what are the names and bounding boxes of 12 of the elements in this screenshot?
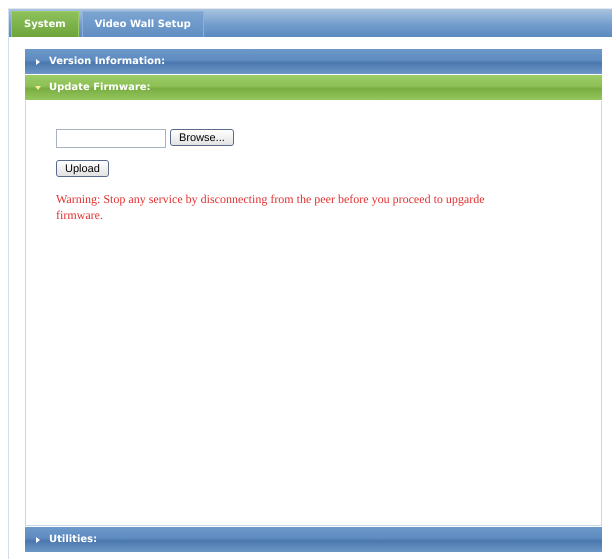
section-header[interactable]: Utilities: [25,527,602,552]
file-path-field[interactable] [56,129,166,148]
warning-text: Warning: Stop any service by disconnecting from the peer before you proceed to upgarde firmware. [56,191,486,224]
section-title: Update Firmware: [49,82,151,93]
section-header[interactable]: Update Firmware: [25,75,602,100]
upload-button[interactable]: Upload [56,160,109,177]
section-title: Version Information: [49,56,166,67]
browse-button[interactable]: Browse... [170,129,234,146]
tab[interactable]: Video Wall Setup [82,11,204,37]
tab[interactable]: System [11,11,79,37]
section-title: Utilities: [49,534,98,545]
section-header[interactable]: Version Information: [25,49,602,74]
